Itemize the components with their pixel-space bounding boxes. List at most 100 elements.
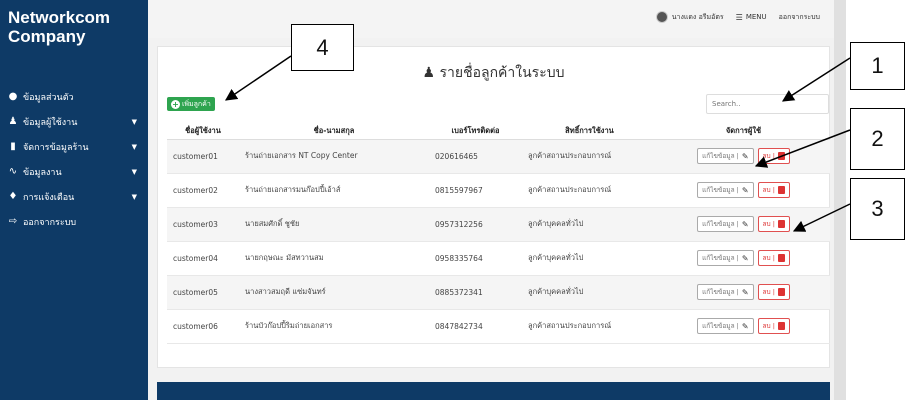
delete-button[interactable]: ลบ | — [757, 216, 790, 232]
pencil-icon: ✎ — [741, 219, 749, 229]
sidebar-item-label: ข้อมูลผู้ใช้งาน — [23, 117, 78, 128]
pencil-icon: ✎ — [741, 321, 749, 331]
sidebar-item-users[interactable]: ♟ ข้อมูลผู้ใช้งาน ▼ — [0, 109, 148, 134]
edit-button[interactable]: แก้ไขข้อมูล | ✎ — [697, 182, 754, 198]
page-title: ♟ รายชื่อลูกค้าในระบบ — [158, 62, 829, 84]
add-customer-button[interactable]: + เพิ่มลูกค้า — [167, 97, 215, 111]
pencil-icon: ✎ — [741, 253, 749, 263]
cell-name: นายสมศักดิ์ ชูชัย — [239, 207, 429, 242]
edit-label: แก้ไขข้อมูล | — [702, 254, 739, 262]
callout-4: 4 — [291, 24, 354, 71]
pencil-icon: ✎ — [741, 185, 749, 195]
callout-2: 2 — [850, 108, 905, 170]
cell-actions: แก้ไขข้อมูล | ✎ ลบ | — [657, 173, 830, 208]
cell-username: customer02 — [167, 173, 239, 208]
callout-1: 1 — [850, 42, 905, 90]
trash-icon — [777, 322, 785, 330]
edit-label: แก้ไขข้อมูล | — [702, 186, 739, 194]
table-row: customer04 นายกฤษณะ มัสทวานสม 0958335764… — [167, 241, 830, 276]
column-header-actions: จัดการผู้ใช้ — [657, 123, 830, 140]
footer-band — [157, 382, 830, 400]
cell-username: customer04 — [167, 241, 239, 276]
trash-icon — [777, 254, 785, 262]
delete-button[interactable]: ลบ | — [757, 250, 790, 266]
customer-list-card: ♟ รายชื่อลูกค้าในระบบ + เพิ่มลูกค้า ชื่อ… — [157, 46, 830, 368]
avatar[interactable] — [655, 11, 668, 23]
cell-role: ลูกค้าบุคคลทั่วไป — [522, 275, 657, 310]
delete-button[interactable]: ลบ | — [757, 318, 790, 334]
customer-table: ชื่อผู้ใช้งาน ชื่อ-นามสกุล เบอร์โทรติดต่… — [167, 123, 830, 344]
delete-button[interactable]: ลบ | — [757, 182, 790, 198]
cell-username: customer01 — [167, 139, 239, 174]
user-circle-icon: ● — [8, 91, 18, 102]
logout-link[interactable]: ออกจากระบบ — [779, 12, 820, 23]
clipboard-icon: ▮ — [10, 141, 16, 152]
edit-label: แก้ไขข้อมูล | — [702, 152, 739, 160]
trash-icon — [777, 220, 785, 228]
cell-username: customer06 — [167, 309, 239, 344]
cell-name: นายกฤษณะ มัสทวานสม — [239, 241, 429, 276]
delete-label: ลบ | — [762, 254, 775, 262]
cell-role: ลูกค้าสถานประกอบการณ์ — [522, 309, 657, 344]
add-customer-label: เพิ่มลูกค้า — [182, 99, 211, 108]
table-row: customer06 ร้านบัวก๊อปปี้ริมถ่ายเอกสาร 0… — [167, 309, 830, 344]
bell-icon: ♦ — [8, 191, 18, 202]
scrollbar[interactable] — [834, 0, 846, 400]
cell-username: customer05 — [167, 275, 239, 310]
cell-phone: 020616465 — [429, 139, 522, 174]
table-row: customer05 นางสาวสมฤดี แซ่มจันทร์ 088537… — [167, 275, 830, 310]
table-header-row: ชื่อผู้ใช้งาน ชื่อ-นามสกุล เบอร์โทรติดต่… — [167, 123, 830, 140]
table-row: customer01 ร้านถ่ายเอกสาร NT Copy Center… — [167, 139, 830, 174]
edit-button[interactable]: แก้ไขข้อมูล | ✎ — [697, 318, 754, 334]
edit-label: แก้ไขข้อมูล | — [702, 220, 739, 228]
edit-button[interactable]: แก้ไขข้อมูล | ✎ — [697, 148, 754, 164]
chart-line-icon: ∿ — [8, 166, 18, 177]
column-header-phone: เบอร์โทรติดต่อ — [429, 123, 522, 140]
topbar: นางแดง อรีมอัตร ☰ MENU ออกจากระบบ — [148, 0, 834, 38]
page-title-text: รายชื่อลูกค้าในระบบ — [439, 65, 565, 81]
trash-icon — [777, 186, 785, 194]
sidebar-item-label: จัดการข้อมูลร้าน — [23, 142, 89, 153]
sidebar-item-profile[interactable]: ● ข้อมูลส่วนตัว — [0, 84, 148, 109]
edit-button[interactable]: แก้ไขข้อมูล | ✎ — [697, 216, 754, 232]
column-header-name: ชื่อ-นามสกุล — [239, 123, 429, 140]
delete-label: ลบ | — [762, 152, 775, 160]
edit-button[interactable]: แก้ไขข้อมูล | ✎ — [697, 284, 754, 300]
column-header-username: ชื่อผู้ใช้งาน — [167, 123, 239, 140]
cell-username: customer03 — [167, 207, 239, 242]
sidebar-item-label: ข้อมูลงาน — [23, 167, 62, 178]
cell-phone: 0957312256 — [429, 207, 522, 242]
delete-label: ลบ | — [762, 322, 775, 330]
menu-button[interactable]: ☰ MENU — [736, 13, 767, 22]
sidebar: Networkcom Company ● ข้อมูลส่วนตัว ♟ ข้อ… — [0, 0, 148, 400]
brand-name: Networkcom Company — [8, 8, 111, 46]
cell-role: ลูกค้าบุคคลทั่วไป — [522, 207, 657, 242]
menu-icon: ☰ — [735, 12, 743, 22]
caret-down-icon: ▼ — [131, 192, 137, 201]
sidebar-item-logout[interactable]: ⇨ ออกจากระบบ — [0, 209, 148, 234]
menu-label: MENU — [745, 13, 767, 21]
edit-button[interactable]: แก้ไขข้อมูล | ✎ — [697, 250, 754, 266]
sidebar-item-notifications[interactable]: ♦ การแจ้งเตือน ▼ — [0, 184, 148, 209]
search-input[interactable] — [706, 94, 829, 114]
cell-actions: แก้ไขข้อมูล | ✎ ลบ | — [657, 139, 830, 174]
edit-label: แก้ไขข้อมูล | — [702, 322, 739, 330]
delete-label: ลบ | — [762, 186, 775, 194]
user-name[interactable]: นางแดง อรีมอัตร — [672, 12, 724, 23]
user-icon: ♟ — [422, 65, 436, 81]
cell-actions: แก้ไขข้อมูล | ✎ ลบ | — [657, 241, 830, 276]
sidebar-item-jobs[interactable]: ∿ ข้อมูลงาน ▼ — [0, 159, 148, 184]
sidebar-nav: ● ข้อมูลส่วนตัว ♟ ข้อมูลผู้ใช้งาน ▼ ▮ จั… — [0, 84, 148, 234]
cell-phone: 0958335764 — [429, 241, 522, 276]
sign-out-icon: ⇨ — [8, 216, 18, 227]
pencil-icon: ✎ — [741, 151, 749, 161]
delete-button[interactable]: ลบ | — [757, 148, 790, 164]
cell-name: ร้านถ่ายเอกสารมนก๊อปปี้เอ้าส์ — [239, 173, 429, 208]
users-icon: ♟ — [8, 116, 18, 127]
table-row: customer02 ร้านถ่ายเอกสารมนก๊อปปี้เอ้าส์… — [167, 173, 830, 208]
cell-name: ร้านบัวก๊อปปี้ริมถ่ายเอกสาร — [239, 309, 429, 344]
delete-button[interactable]: ลบ | — [757, 284, 790, 300]
cell-phone: 0885372341 — [429, 275, 522, 310]
trash-icon — [777, 288, 785, 296]
sidebar-item-shop[interactable]: ▮ จัดการข้อมูลร้าน ▼ — [0, 134, 148, 159]
